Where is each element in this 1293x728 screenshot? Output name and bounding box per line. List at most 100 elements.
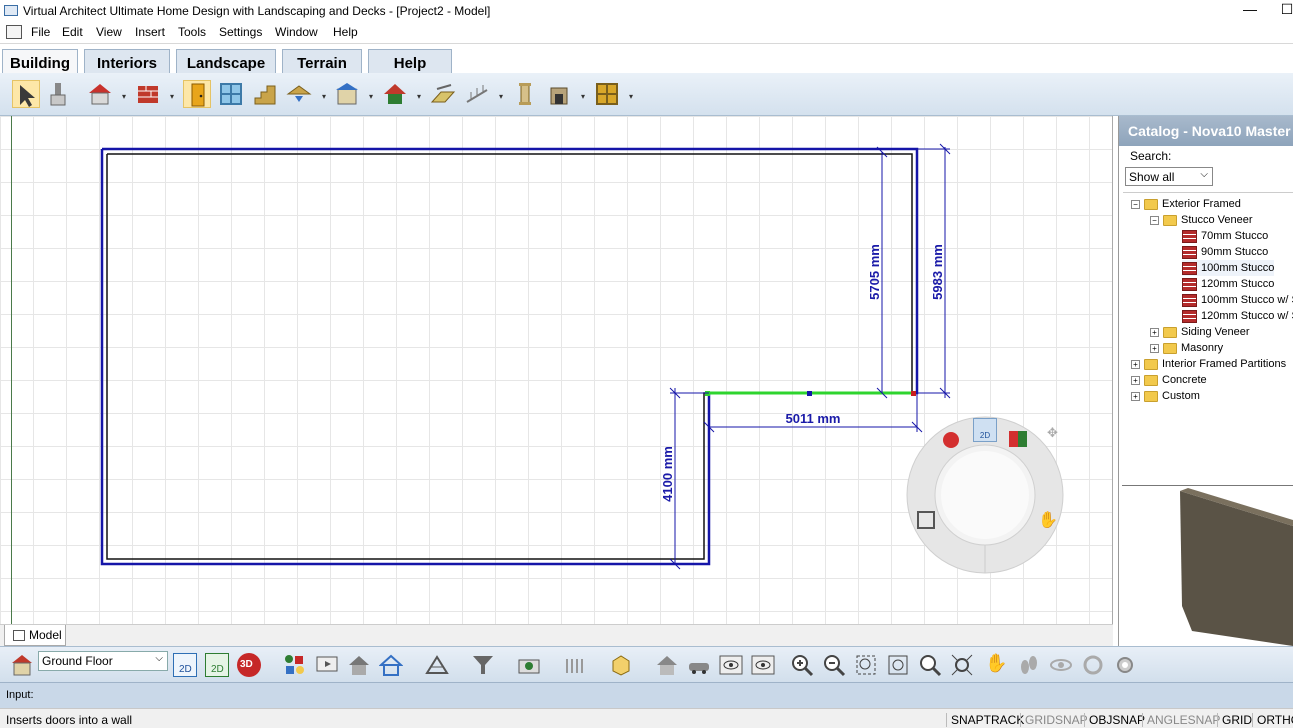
layer-visibility-icon[interactable]	[751, 653, 775, 677]
railing-dropdown-icon[interactable]: ▾	[499, 92, 503, 101]
filter-icon[interactable]	[471, 653, 495, 677]
wall-grip-end[interactable]	[911, 391, 916, 396]
menu-window[interactable]: Window	[275, 25, 318, 39]
box-icon[interactable]	[609, 653, 633, 677]
tree-item-concrete[interactable]: + Concrete	[1131, 372, 1207, 388]
walkthrough-icon[interactable]	[1017, 653, 1041, 677]
car-icon[interactable]	[687, 653, 711, 677]
tree-item-exterior-framed[interactable]: − Exterior Framed	[1131, 196, 1241, 212]
stairs-tool-icon[interactable]	[251, 80, 279, 108]
wall-outer-outline[interactable]	[100, 147, 919, 566]
view-annotated-2d-button[interactable]: 2D	[205, 653, 229, 677]
navigation-wheel[interactable]: 2D ✥ ✋	[905, 415, 1065, 575]
roof-tool-icon[interactable]	[285, 80, 313, 108]
wall-tool-icon[interactable]	[86, 80, 114, 108]
move-icon[interactable]: ✥	[1047, 425, 1058, 441]
tree-item-70mm-stucco[interactable]: 70mm Stucco	[1182, 228, 1268, 244]
view-2d-button[interactable]: 2D	[173, 653, 197, 677]
symbol-icon[interactable]	[283, 653, 307, 677]
tab-building[interactable]: Building	[2, 49, 78, 74]
toggle-objsnap[interactable]: OBJSNAP	[1084, 713, 1145, 727]
wall-dropdown-icon[interactable]: ▾	[122, 92, 126, 101]
menu-view[interactable]: View	[96, 25, 122, 39]
render-icon[interactable]	[1009, 431, 1027, 447]
view-3d-button[interactable]: 3D	[237, 653, 261, 677]
house-view-icon[interactable]	[347, 653, 371, 677]
railing-tool-icon[interactable]	[463, 80, 491, 108]
tab-help[interactable]: Help	[368, 49, 452, 74]
maximize-button[interactable]: ☐	[1272, 1, 1293, 18]
expand-icon[interactable]: +	[1131, 375, 1140, 385]
roof-edit-tool-icon[interactable]	[381, 80, 409, 108]
tree-item-120mm-stucco[interactable]: 120mm Stucco	[1182, 276, 1274, 292]
zoom-window-icon[interactable]	[886, 653, 910, 677]
zoom-icon[interactable]	[918, 653, 942, 677]
fireplace-dropdown-icon[interactable]: ▾	[581, 92, 585, 101]
zoom-fit-icon[interactable]	[950, 653, 974, 677]
pan-hand-icon[interactable]: ✋	[985, 653, 1009, 677]
camera-icon[interactable]	[517, 653, 541, 677]
wall-grip-mid[interactable]	[807, 391, 812, 396]
select-tool-icon[interactable]	[12, 80, 40, 108]
orbit-icon[interactable]	[1049, 653, 1073, 677]
fence-icon[interactable]	[563, 653, 587, 677]
tab-terrain[interactable]: Terrain	[282, 49, 362, 74]
floor-tool-icon[interactable]	[429, 80, 457, 108]
zoom-in-icon[interactable]	[790, 653, 814, 677]
zoom-out-icon[interactable]	[822, 653, 846, 677]
house-gray-icon[interactable]	[655, 653, 679, 677]
window-tool-icon[interactable]	[217, 80, 245, 108]
view-3d-icon[interactable]	[943, 432, 959, 448]
rotate-icon[interactable]	[1081, 653, 1105, 677]
roof-view-icon[interactable]	[425, 653, 449, 677]
zoom-extents-icon[interactable]	[854, 653, 878, 677]
menu-file[interactable]: File	[31, 25, 50, 39]
tab-model[interactable]: Model	[4, 625, 66, 646]
brick-dropdown-icon[interactable]: ▾	[170, 92, 174, 101]
tab-interiors[interactable]: Interiors	[84, 49, 170, 74]
input-bar[interactable]: Input:	[0, 682, 1293, 708]
menu-settings[interactable]: Settings	[219, 25, 262, 39]
toggle-gridsnap[interactable]: GRIDSNAP	[1020, 713, 1088, 727]
dormer-tool-icon[interactable]	[333, 80, 361, 108]
pan-hand-icon[interactable]: ✋	[1038, 510, 1058, 530]
dormer-dropdown-icon[interactable]: ▾	[369, 92, 373, 101]
minimize-button[interactable]: —	[1235, 1, 1265, 17]
tree-item-120mm-stucco-w[interactable]: 120mm Stucco w/ S	[1182, 308, 1293, 324]
collapse-icon[interactable]: −	[1150, 215, 1159, 225]
expand-icon[interactable]: +	[1131, 359, 1140, 369]
menu-tools[interactable]: Tools	[178, 25, 206, 39]
house-outline-icon[interactable]	[378, 653, 404, 677]
wall-inner-outline[interactable]	[106, 153, 913, 560]
expand-icon[interactable]: +	[1131, 391, 1140, 401]
brick-wall-tool-icon[interactable]	[134, 80, 162, 108]
menu-help[interactable]: Help	[333, 25, 358, 39]
fireplace-tool-icon[interactable]	[545, 80, 573, 108]
document-icon[interactable]	[6, 25, 22, 39]
zoom-extents-icon[interactable]	[917, 511, 935, 529]
floor-manager-icon[interactable]	[10, 653, 34, 677]
tree-item-100mm-stucco-w[interactable]: 100mm Stucco w/ S	[1182, 292, 1293, 308]
catalog-tree[interactable]: − Exterior Framed − Stucco Veneer 70mm Stu…	[1123, 192, 1293, 482]
catalog-filter-select[interactable]: Show all ⌵	[1125, 167, 1213, 186]
column-tool-icon[interactable]	[511, 80, 539, 108]
expand-icon[interactable]: +	[1150, 343, 1159, 353]
toggle-ortho[interactable]: ORTHO	[1252, 713, 1293, 727]
view-2d-icon[interactable]: 2D	[973, 418, 997, 442]
floor-select[interactable]: Ground Floor ⌵	[38, 651, 168, 671]
tree-item-90mm-stucco[interactable]: 90mm Stucco	[1182, 244, 1268, 260]
tree-item-custom[interactable]: + Custom	[1131, 388, 1200, 404]
roof-edit-dropdown-icon[interactable]: ▾	[417, 92, 421, 101]
toggle-snaptrack[interactable]: SNAPTRACK	[946, 713, 1024, 727]
menu-insert[interactable]: Insert	[135, 25, 165, 39]
cabinet-tool-icon[interactable]	[593, 80, 621, 108]
menu-edit[interactable]: Edit	[62, 25, 83, 39]
door-tool-icon[interactable]	[183, 80, 211, 108]
presentation-icon[interactable]	[315, 653, 339, 677]
tree-item-masonry[interactable]: + Masonry	[1150, 340, 1223, 356]
tree-item-interior-framed-partitions[interactable]: + Interior Framed Partitions	[1131, 356, 1286, 372]
tab-landscape[interactable]: Landscape	[176, 49, 276, 74]
tree-item-siding-veneer[interactable]: + Siding Veneer	[1150, 324, 1250, 340]
collapse-icon[interactable]: −	[1131, 199, 1140, 209]
tree-item-100mm-stucco[interactable]: 100mm Stucco	[1182, 260, 1275, 276]
